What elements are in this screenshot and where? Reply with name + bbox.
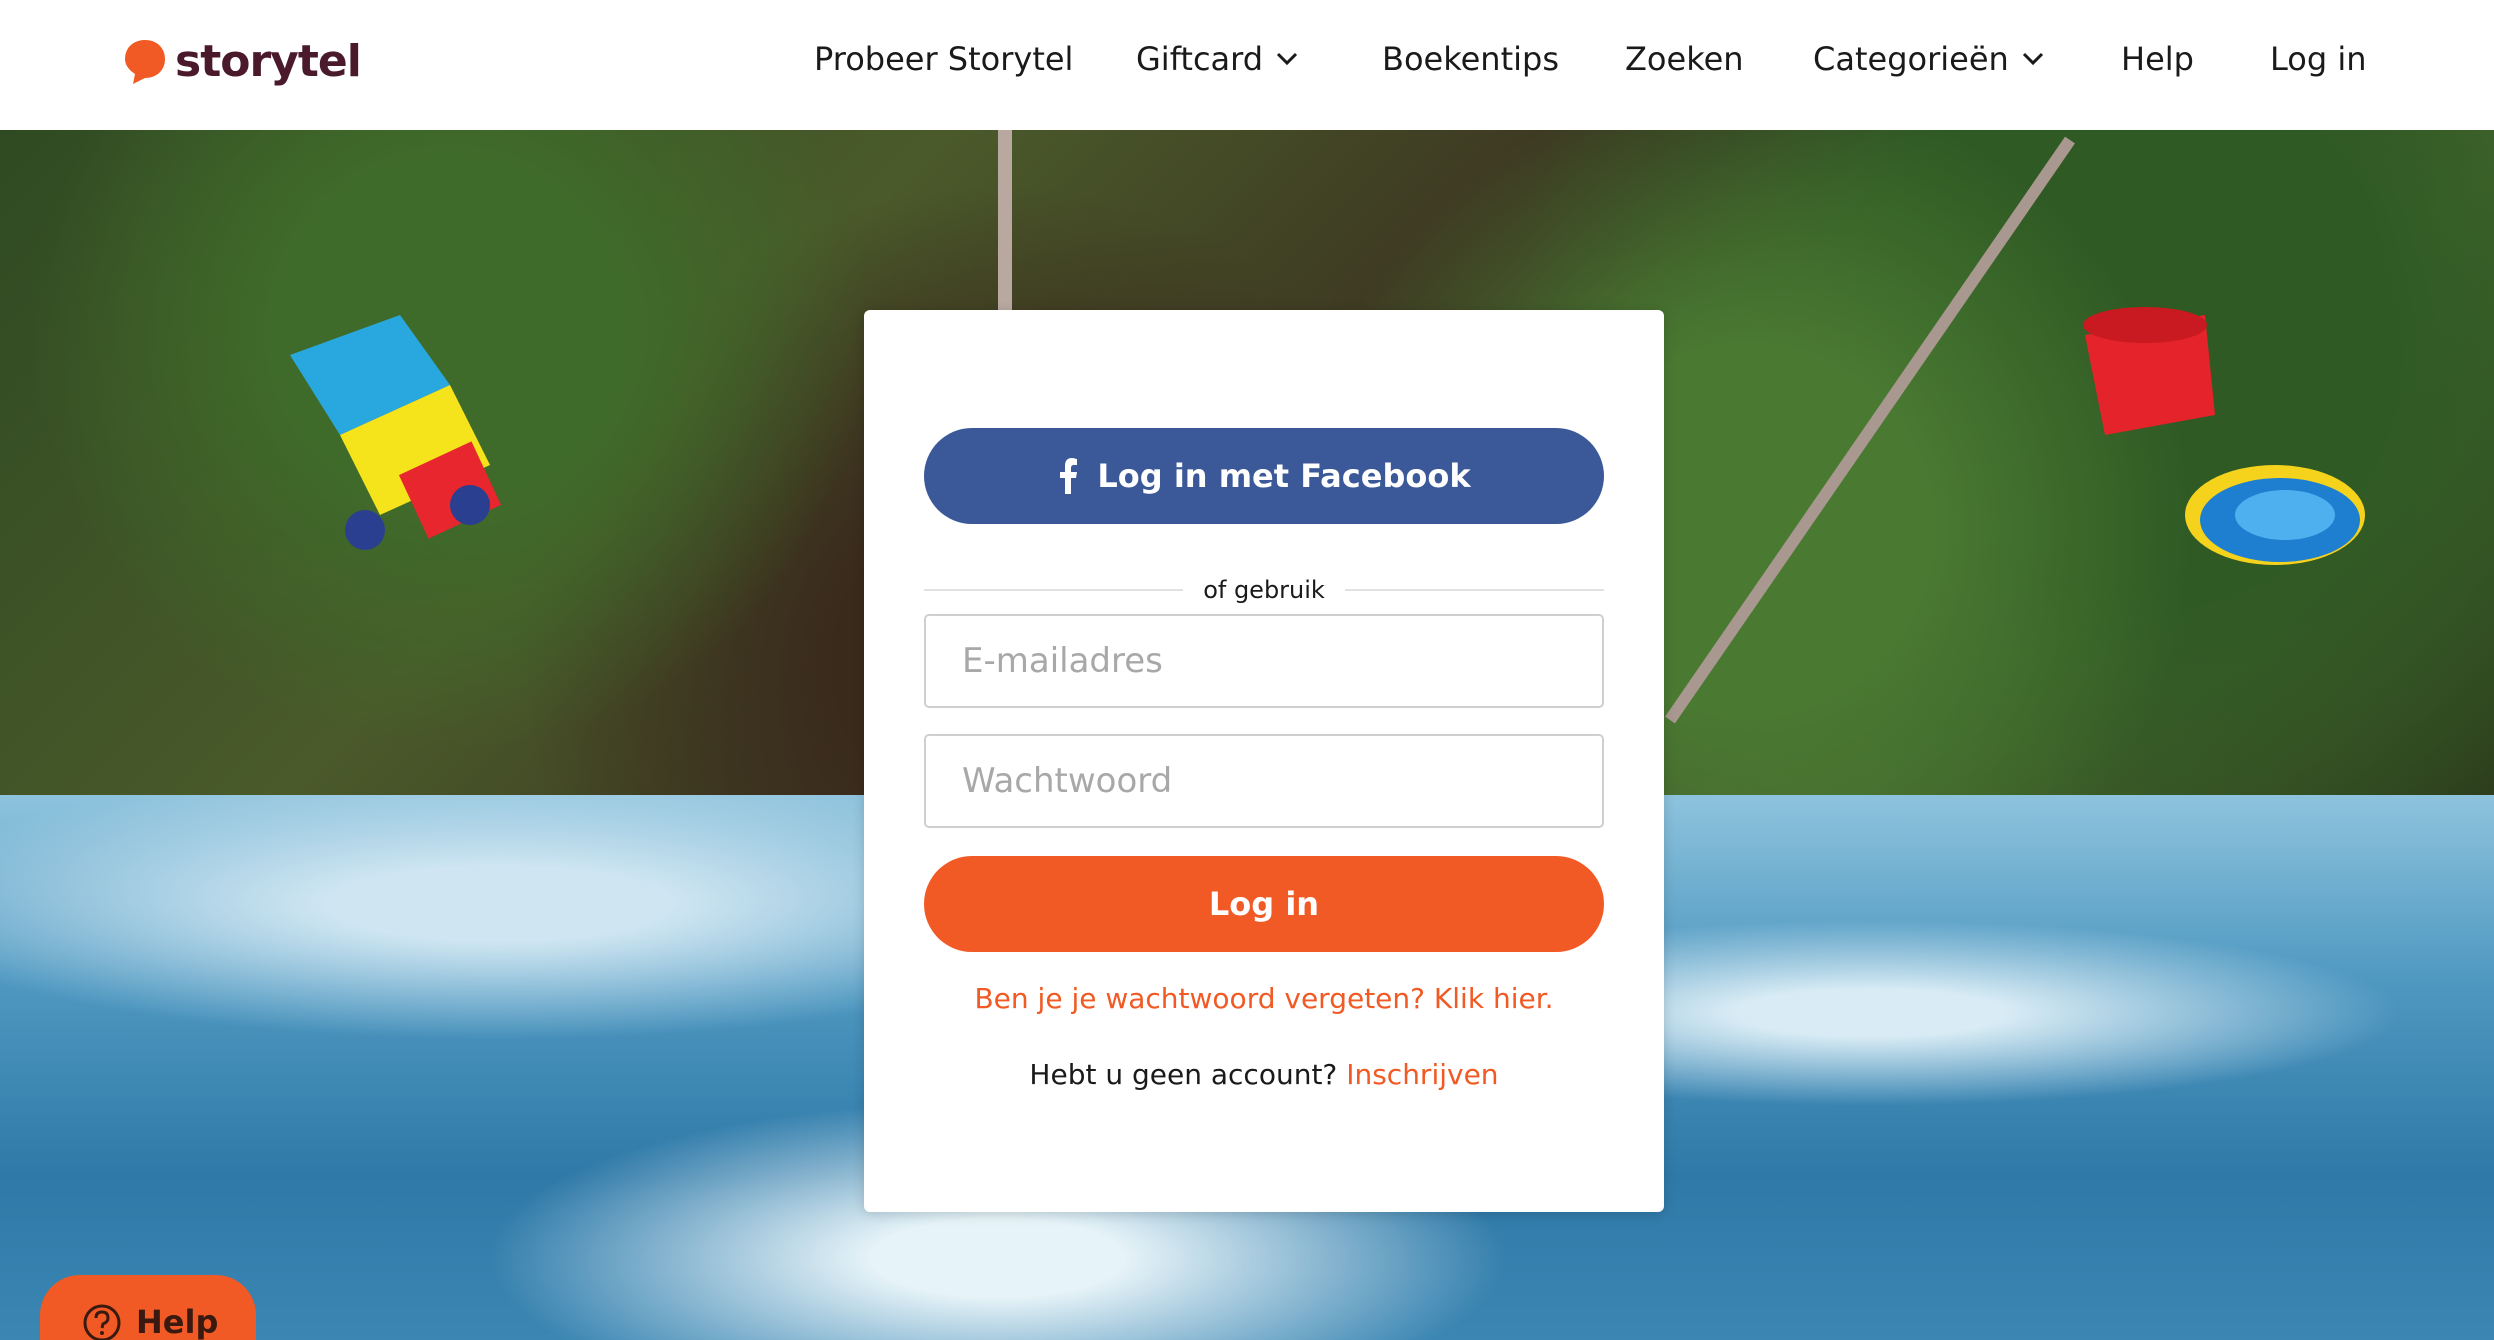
signup-row: Hebt u geen account? Inschrijven: [864, 1058, 1664, 1091]
divider-line: [924, 589, 1184, 591]
nav-probeer-storytel[interactable]: Probeer Storytel: [814, 40, 1073, 78]
chevron-down-icon: [1276, 52, 1298, 66]
nav-boekentips[interactable]: Boekentips: [1382, 40, 1559, 78]
divider-label: of gebruik: [1203, 576, 1325, 604]
nav-label: Giftcard: [1136, 40, 1264, 78]
nav-help[interactable]: Help: [2121, 40, 2194, 78]
email-field[interactable]: [924, 614, 1604, 708]
or-divider: of gebruik: [924, 570, 1605, 610]
login-card: Log in met Facebook of gebruik Log in Be…: [864, 310, 1664, 1212]
facebook-login-label: Log in met Facebook: [1097, 457, 1471, 495]
facebook-login-button[interactable]: Log in met Facebook: [924, 428, 1604, 524]
nav-label: Log in: [2270, 40, 2367, 78]
nav-log-in[interactable]: Log in: [2270, 40, 2367, 78]
question-icon: [83, 1304, 121, 1340]
top-header: storytel Probeer Storytel Giftcard Boeke…: [0, 0, 2494, 130]
facebook-icon: [1060, 458, 1078, 494]
storytel-logo[interactable]: storytel: [123, 36, 362, 87]
nav-label: Help: [2121, 40, 2194, 78]
nav-label: Categorieën: [1813, 40, 2009, 78]
nav-zoeken[interactable]: Zoeken: [1625, 40, 1744, 78]
rope-image: [1665, 136, 2075, 724]
help-widget-label: Help: [136, 1303, 219, 1340]
login-button[interactable]: Log in: [924, 856, 1604, 952]
signup-link[interactable]: Inschrijven: [1346, 1058, 1498, 1091]
nav-label: Zoeken: [1625, 40, 1744, 78]
divider-line: [1344, 589, 1605, 591]
storytel-logo-icon: [123, 38, 167, 86]
password-field[interactable]: [924, 734, 1604, 828]
nav-label: Boekentips: [1382, 40, 1559, 78]
login-button-label: Log in: [1208, 885, 1320, 923]
rope-image: [998, 130, 1012, 310]
chevron-down-icon: [2022, 52, 2043, 66]
no-account-text: Hebt u geen account?: [1029, 1058, 1338, 1091]
logo-text: storytel: [175, 36, 362, 87]
toy-truck-image: [290, 315, 502, 550]
help-widget-button[interactable]: Help: [40, 1275, 256, 1340]
nav-label: Probeer Storytel: [814, 40, 1074, 78]
red-bucket-image: [2083, 307, 2215, 435]
blue-bucket-image: [2185, 465, 2365, 565]
forgot-password-link[interactable]: Ben je je wachtwoord vergeten? Klik hier…: [864, 982, 1664, 1015]
nav-categorieen[interactable]: Categorieën: [1813, 40, 2047, 78]
nav-giftcard[interactable]: Giftcard: [1136, 40, 1301, 78]
